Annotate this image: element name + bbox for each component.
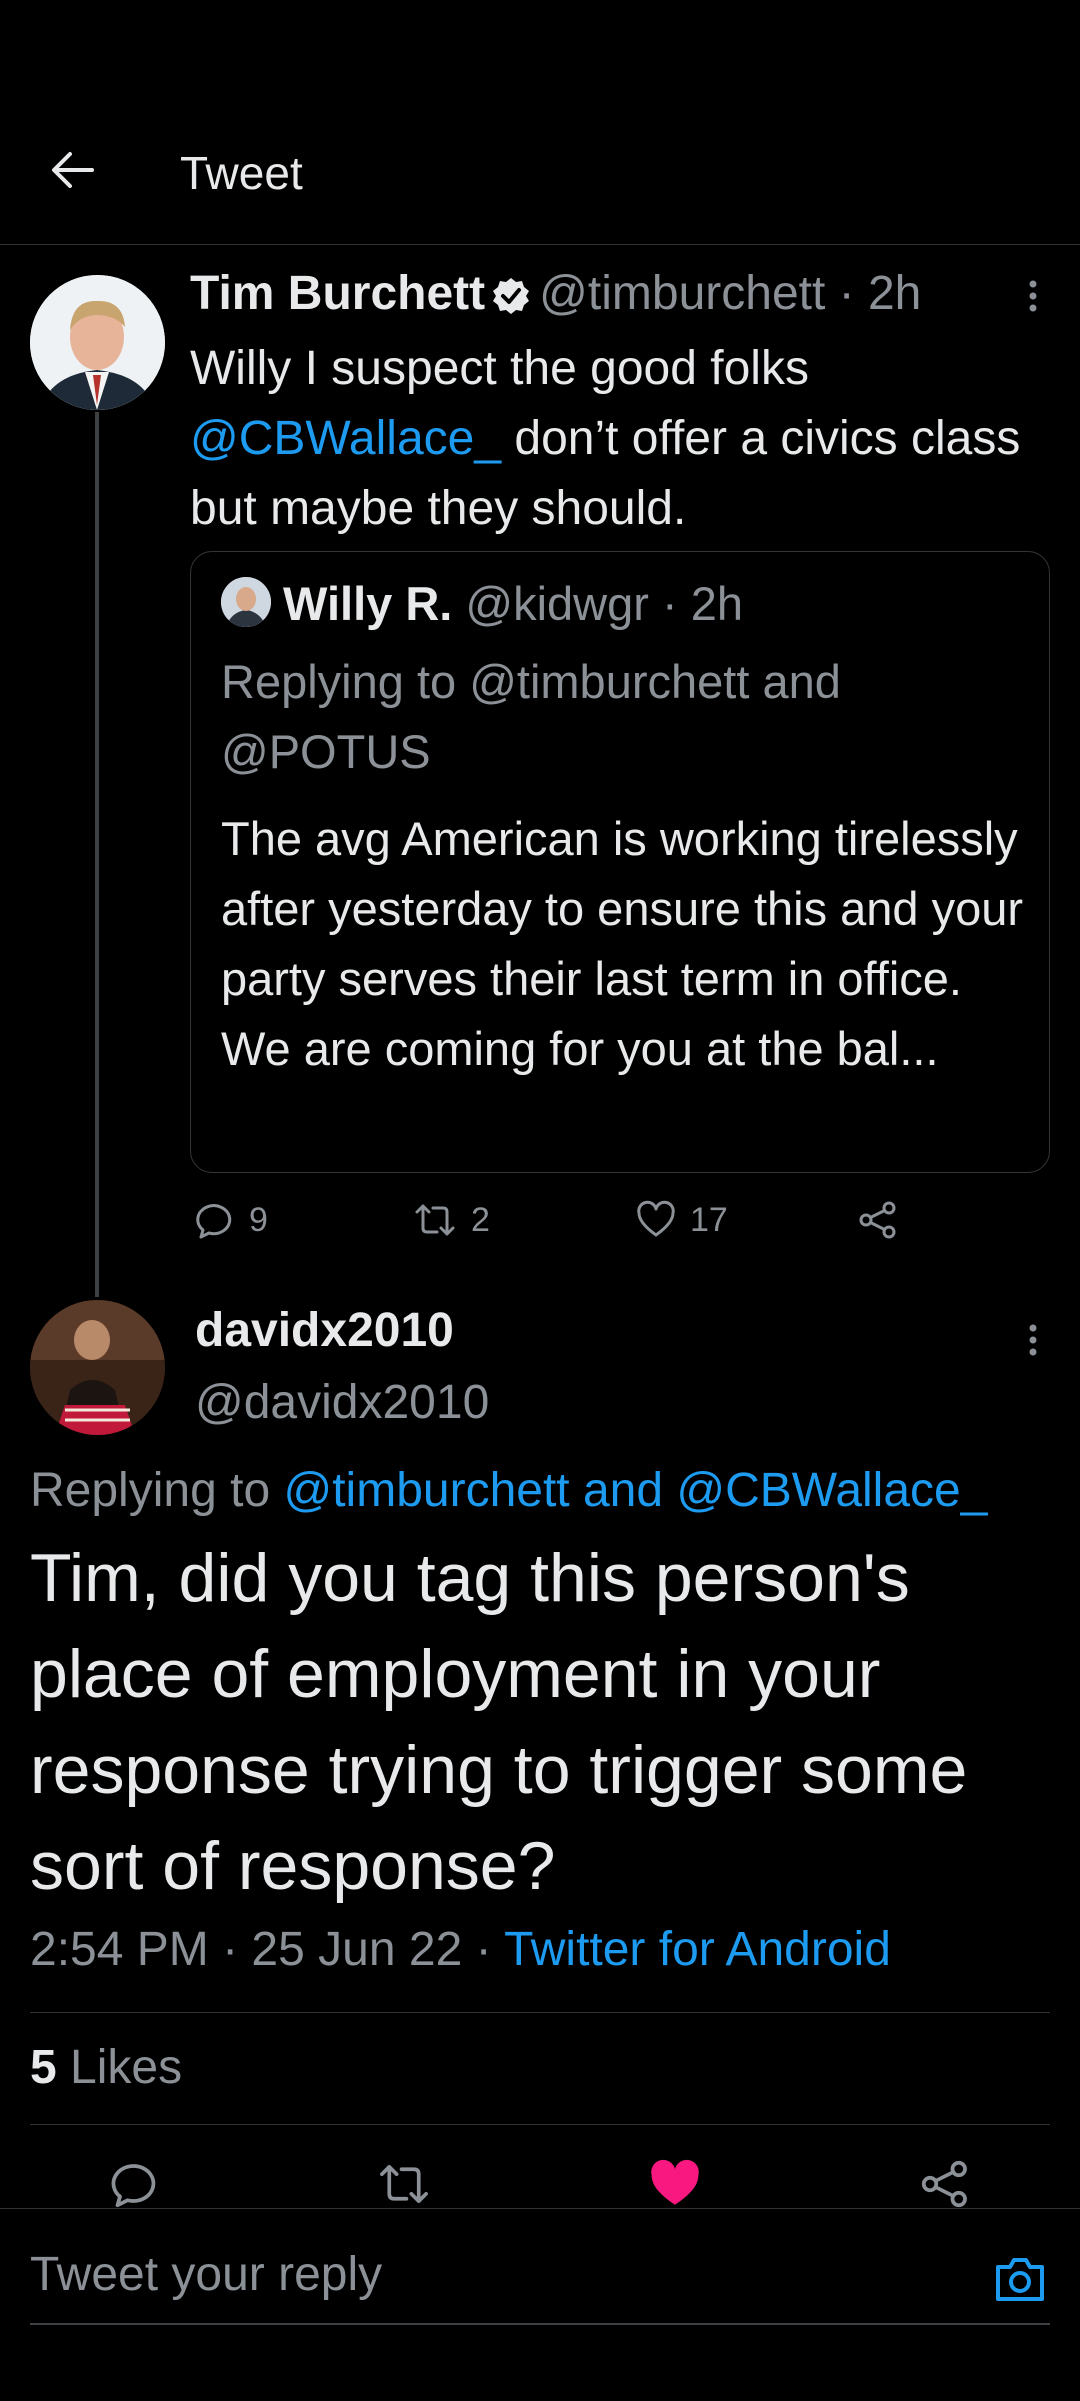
reply-count: 9 xyxy=(249,1200,268,1239)
author-handle[interactable]: @davidx2010 xyxy=(195,1375,489,1430)
retweet-count: 2 xyxy=(471,1200,490,1239)
replying-targets-link[interactable]: @timburchett and @CBWallace_ xyxy=(283,1464,987,1517)
quoted-text-part: We are coming for you at the bal... xyxy=(221,1022,939,1075)
tweet-text: Tim, did you tag this person's place of … xyxy=(30,1540,968,1904)
arrow-left-icon xyxy=(52,152,94,188)
comment-icon xyxy=(111,2164,156,2208)
like-button[interactable]: 17 xyxy=(636,1200,728,1240)
share-icon xyxy=(859,1201,896,1239)
tweet-text-part: Willy I suspect the good folks xyxy=(190,342,809,395)
more-vertical-icon xyxy=(1029,1324,1037,1356)
comment-icon xyxy=(196,1204,232,1239)
quoted-header: Willy R. @kidwgr · 2h xyxy=(283,576,743,631)
quoted-author-handle: @kidwgr xyxy=(465,577,649,630)
tweet-text: Willy I suspect the good folks @CBWallac… xyxy=(190,334,1050,544)
input-underline xyxy=(30,2323,1050,2325)
replying-prefix: Replying to xyxy=(30,1464,284,1517)
likes-count: 5 xyxy=(30,2041,57,2094)
share-icon xyxy=(921,2160,967,2208)
heart-outline-icon xyxy=(637,1200,675,1237)
quoted-time: · 2h xyxy=(661,577,743,630)
divider xyxy=(30,2124,1050,2125)
author-handle[interactable]: @timburchett xyxy=(539,267,825,320)
reply-input[interactable]: Tweet your reply xyxy=(30,2247,930,2317)
avatar-image xyxy=(30,1300,165,1435)
reply-button[interactable]: 9 xyxy=(195,1200,268,1240)
mention-link[interactable]: @CBWallace_ xyxy=(190,412,501,465)
camera-icon xyxy=(996,2258,1044,2301)
quoted-tweet-card[interactable]: Willy R. @kidwgr · 2h Replying to @timbu… xyxy=(190,551,1050,1173)
heart-filled-icon xyxy=(651,2159,699,2205)
divider xyxy=(30,2012,1050,2013)
like-count: 17 xyxy=(690,1200,728,1239)
retweet-button[interactable]: 2 xyxy=(413,1200,490,1240)
quoted-avatar xyxy=(221,577,271,627)
quoted-avatar-image xyxy=(221,577,271,627)
page-title: Tweet xyxy=(180,147,303,199)
top-app-bar: Tweet xyxy=(0,0,1080,245)
avatar[interactable] xyxy=(30,275,165,410)
retweet-icon xyxy=(380,2164,428,2204)
likes-label: Likes xyxy=(56,2041,183,2094)
quoted-author-name: Willy R. xyxy=(283,577,453,630)
tweet-source-link[interactable]: Twitter for Android xyxy=(504,1923,891,1976)
replying-to: Replying to @timburchett and @CBWallace_ xyxy=(30,1463,987,1518)
likes-summary[interactable]: 5 Likes xyxy=(30,2040,182,2095)
quoted-text: The avg American is working tirelessly a… xyxy=(221,804,1041,1084)
camera-button[interactable] xyxy=(990,2249,1050,2309)
tweet-header: Tim Burchett @timburchett · 2h xyxy=(190,266,921,321)
avatar-image xyxy=(30,275,165,410)
avatar[interactable] xyxy=(30,1300,165,1435)
tweet-date: · 25 Jun 22 · xyxy=(222,1923,492,1976)
reply-composer: Tweet your reply xyxy=(0,2208,1080,2401)
tweet-time: · 2h xyxy=(838,267,922,320)
author-name[interactable]: Tim Burchett xyxy=(190,267,485,320)
more-options-button[interactable] xyxy=(1018,276,1048,316)
quoted-replying-to: Replying to @timburchett and @POTUS xyxy=(221,655,841,778)
back-button[interactable] xyxy=(42,140,102,200)
tweet-meta: 2:54 PM · 25 Jun 22 · Twitter for Androi… xyxy=(30,1922,891,1977)
quoted-text-part: The avg American is working tirelessly a… xyxy=(221,812,1024,1005)
retweet-icon xyxy=(415,1204,455,1236)
tweet-time: 2:54 PM xyxy=(30,1923,209,1976)
thread-line xyxy=(95,412,99,1297)
verified-badge-icon xyxy=(493,278,530,315)
author-name[interactable]: davidx2010 xyxy=(195,1303,454,1358)
more-options-button[interactable] xyxy=(1018,1320,1048,1360)
more-vertical-icon xyxy=(1029,280,1037,312)
share-button[interactable] xyxy=(858,1200,898,1240)
